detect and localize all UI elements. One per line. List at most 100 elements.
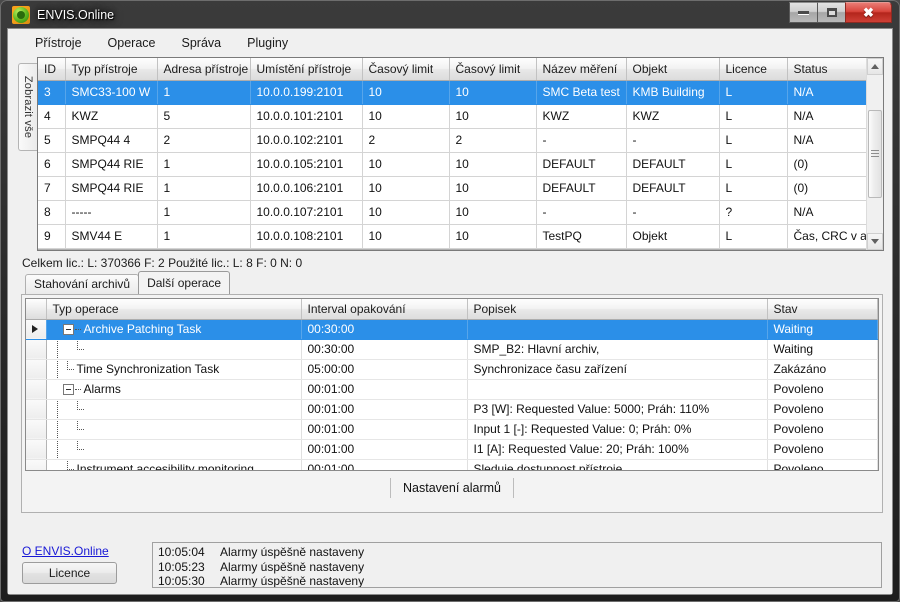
operations-header-row: Typ operace Interval opakování Popisek S…: [26, 299, 878, 320]
table-row[interactable]: 00:01:00 P3 [W]: Requested Value: 5000; …: [26, 399, 878, 420]
cell-typ: SMC33-100 W: [65, 80, 158, 105]
col-umisteni-pristroje[interactable]: Umístění přístroje: [250, 58, 363, 81]
cell-typ: SMV44 E: [65, 224, 158, 249]
row-selector[interactable]: [26, 359, 47, 380]
tab-dalsi-operace[interactable]: Další operace: [138, 271, 231, 294]
menu-sprava[interactable]: Správa: [169, 32, 235, 54]
col-nazev-mereni[interactable]: Název měření: [536, 58, 627, 81]
row-selector[interactable]: [26, 319, 47, 340]
cell-interval: 00:01:00: [301, 419, 468, 440]
table-row[interactable]: 7 SMPQ44 RIE 1 10.0.0.106:2101 10 10 DEF…: [38, 176, 866, 201]
col-row-selector: [26, 299, 47, 320]
log-panel[interactable]: 10:05:04 Alarmy úspěšně nastaveny 10:05:2…: [152, 542, 882, 588]
table-row[interactable]: 3 SMC33-100 W 1 10.0.0.199:2101 10 10 SM…: [38, 80, 866, 105]
col-typ-pristroje[interactable]: Typ přístroje: [65, 58, 158, 81]
operations-grid[interactable]: Typ operace Interval opakování Popisek S…: [25, 298, 879, 471]
col-licence[interactable]: Licence: [719, 58, 788, 81]
row-selector[interactable]: [26, 459, 47, 470]
tree-connector: [74, 322, 82, 337]
cell-limit1: 10: [362, 152, 450, 177]
tree-collapse-icon[interactable]: [62, 383, 74, 395]
col-status[interactable]: Status: [787, 58, 866, 81]
cell-limit2: 10: [449, 104, 537, 129]
col-casovy-limit-2[interactable]: Časový limit: [449, 58, 537, 81]
col-stav[interactable]: Stav: [767, 299, 878, 320]
tree-indent: [53, 340, 63, 358]
scroll-down-button[interactable]: [867, 233, 883, 250]
table-row[interactable]: Archive Patching Task 00:30:00 Waiting: [26, 319, 878, 340]
table-row[interactable]: 5 SMPQ44 4 2 10.0.0.102:2101 2 2 - - L N…: [38, 128, 866, 153]
table-row[interactable]: 00:01:00 I1 [A]: Requested Value: 20; Pr…: [26, 439, 878, 460]
col-adresa-pristroje[interactable]: Adresa přístroje: [157, 58, 251, 81]
minimize-button[interactable]: [789, 2, 818, 23]
col-id[interactable]: ID: [38, 58, 66, 81]
col-typ-operace[interactable]: Typ operace: [46, 299, 302, 320]
title-bar[interactable]: ENVIS.Online ✖: [7, 1, 893, 28]
tree-connector: [73, 400, 85, 417]
table-row[interactable]: Alarms 00:01:00 Povoleno: [26, 379, 878, 400]
scrollbar-track[interactable]: [867, 75, 883, 233]
col-casovy-limit-1[interactable]: Časový limit: [362, 58, 450, 81]
cell-limit2: 10: [449, 80, 537, 105]
menu-pristroje[interactable]: Přístroje: [22, 32, 95, 54]
cell-typ: KWZ: [65, 104, 158, 129]
table-row[interactable]: Instrument accesibility monitoring 00:01…: [26, 459, 878, 471]
operations-table: Typ operace Interval opakování Popisek S…: [26, 299, 878, 471]
table-row[interactable]: 00:30:00 SMP_B2: Hlavní archiv, Waiting: [26, 339, 878, 360]
cell-nazev: KWZ: [536, 104, 627, 129]
col-objekt[interactable]: Objekt: [626, 58, 720, 81]
cell-typ: SMPQ44 RIE: [65, 176, 158, 201]
alarm-settings-button[interactable]: Nastavení alarmů: [390, 478, 514, 498]
cell-id: 6: [38, 152, 66, 177]
table-row[interactable]: 00:01:00 Input 1 [-]: Requested Value: 0…: [26, 419, 878, 440]
devices-grid-scrollbar[interactable]: [866, 58, 883, 250]
menu-bar: Přístroje Operace Správa Pluginy: [8, 29, 892, 57]
log-message: Alarmy úspěšně nastaveny: [220, 545, 365, 559]
table-row[interactable]: 4 KWZ 5 10.0.0.101:2101 10 10 KWZ KWZ L …: [38, 104, 866, 129]
row-selector[interactable]: [26, 379, 47, 400]
cell-adresa: 1: [157, 224, 251, 249]
about-link[interactable]: O ENVIS.Online: [22, 544, 109, 558]
scrollbar-thumb[interactable]: [868, 109, 882, 199]
license-button[interactable]: Licence: [22, 562, 117, 584]
maximize-icon: [826, 8, 837, 17]
cell-adresa: 1: [157, 176, 251, 201]
cell-limit2: 2: [449, 128, 537, 153]
row-selector[interactable]: [26, 439, 47, 460]
row-selector[interactable]: [26, 419, 47, 440]
status-badge: Zakázáno: [767, 359, 878, 380]
cell-limit2: 10: [449, 152, 537, 177]
maximize-button[interactable]: [817, 2, 846, 23]
col-interval-opakovani[interactable]: Interval opakování: [301, 299, 468, 320]
table-row[interactable]: Time Synchronization Task 05:00:00 Synch…: [26, 359, 878, 380]
close-button[interactable]: ✖: [845, 2, 892, 23]
tree-indent: [53, 400, 63, 418]
table-row[interactable]: 9 SMV44 E 1 10.0.0.108:2101 10 10 TestPQ…: [38, 224, 866, 249]
tab-stahovani-archivu[interactable]: Stahování archivů: [25, 274, 140, 294]
cell-typ: SMPQ44 4: [65, 128, 158, 153]
operation-label: Alarms: [83, 382, 121, 396]
scroll-up-button[interactable]: [867, 58, 883, 75]
tree-indent: [53, 440, 63, 458]
tree-collapse-icon[interactable]: [62, 323, 74, 335]
row-selector[interactable]: [26, 339, 47, 360]
cell-limit1: 10: [362, 80, 450, 105]
operation-label: Instrument accesibility monitoring: [76, 462, 254, 471]
col-popisek[interactable]: Popisek: [467, 299, 768, 320]
menu-pluginy[interactable]: Pluginy: [234, 32, 301, 54]
table-row[interactable]: 6 SMPQ44 RIE 1 10.0.0.105:2101 10 10 DEF…: [38, 152, 866, 177]
cell-umisteni: 10.0.0.106:2101: [250, 176, 363, 201]
devices-grid[interactable]: ID Typ přístroje Adresa přístroje Umístě…: [37, 57, 884, 251]
cell-adresa: 1: [157, 152, 251, 177]
cell-nazev: -: [536, 128, 627, 153]
sidebar-item-zobrazit-vse[interactable]: Zobrazit vše: [18, 63, 37, 151]
cell-limit1: 10: [362, 200, 450, 225]
row-selector[interactable]: [26, 399, 47, 420]
table-row[interactable]: 8 ----- 1 10.0.0.107:2101 10 10 - - ? N/…: [38, 200, 866, 225]
current-row-marker-icon: [32, 325, 38, 333]
status-badge: Povoleno: [767, 399, 878, 420]
cell-licence: ?: [719, 200, 788, 225]
menu-operace[interactable]: Operace: [95, 32, 169, 54]
